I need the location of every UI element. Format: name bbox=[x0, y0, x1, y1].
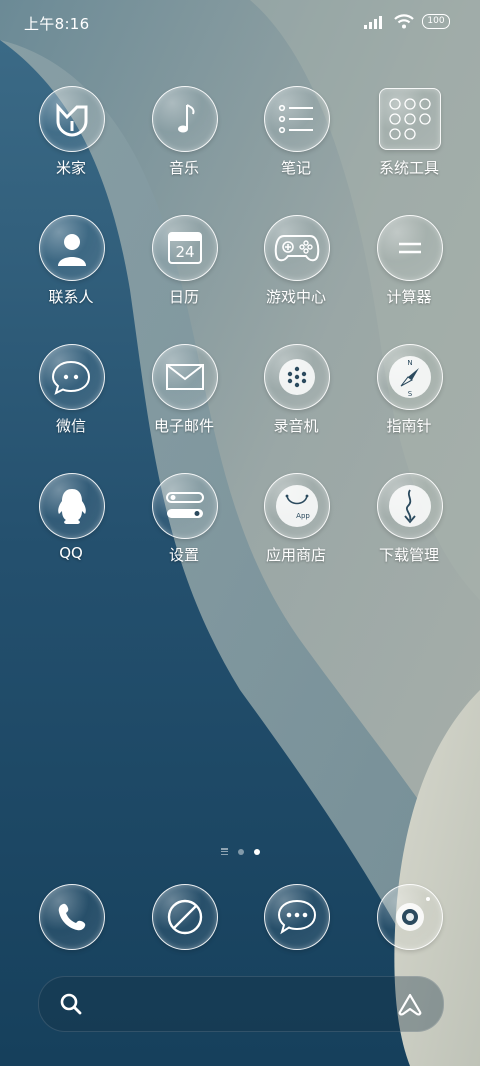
app-calendar[interactable]: 24 日历 bbox=[128, 215, 240, 333]
page-indicator bbox=[0, 848, 480, 855]
calendar-date: 24 bbox=[175, 243, 195, 261]
app-label: QQ bbox=[59, 544, 83, 562]
app-label: 计算器 bbox=[386, 288, 432, 306]
search-icon bbox=[60, 993, 82, 1015]
gamepad-icon bbox=[264, 215, 330, 281]
mijia-icon bbox=[39, 86, 105, 152]
app-label: 微信 bbox=[55, 417, 86, 435]
app-label: 米家 bbox=[55, 159, 86, 177]
app-settings[interactable]: 设置 bbox=[128, 473, 240, 591]
app-label: 电子邮件 bbox=[153, 417, 214, 435]
status-time: 上午8:16 bbox=[24, 15, 90, 33]
phone-icon bbox=[39, 884, 105, 950]
app-email[interactable]: 电子邮件 bbox=[128, 344, 240, 462]
download-manager-icon bbox=[377, 473, 443, 539]
app-recorder[interactable]: 录音机 bbox=[240, 344, 352, 462]
dock-phone[interactable] bbox=[15, 884, 127, 950]
music-note-icon bbox=[152, 86, 218, 152]
app-calculator[interactable]: 计算器 bbox=[353, 215, 465, 333]
status-bar: 上午8:16 100 bbox=[0, 0, 480, 44]
app-label: 指南针 bbox=[386, 417, 432, 435]
compass-icon: N S bbox=[377, 344, 443, 410]
wifi-icon bbox=[394, 14, 414, 29]
app-qq[interactable]: QQ bbox=[15, 473, 127, 591]
app-wechat[interactable]: 微信 bbox=[15, 344, 127, 462]
compass-s-label: S bbox=[408, 390, 413, 398]
app-store-bag-icon: App bbox=[264, 473, 330, 539]
dock bbox=[0, 884, 480, 950]
qq-penguin-icon bbox=[39, 473, 105, 539]
compass-n-label: N bbox=[407, 359, 412, 367]
battery-indicator: 100 bbox=[422, 14, 450, 29]
app-label: 联系人 bbox=[48, 288, 94, 306]
app-game-center[interactable]: 游戏中心 bbox=[240, 215, 352, 333]
camera-icon bbox=[377, 884, 443, 950]
app-mijia[interactable]: 米家 bbox=[15, 86, 127, 204]
calculator-equals-icon bbox=[377, 215, 443, 281]
app-label: 系统工具 bbox=[378, 159, 439, 177]
page-dot-active bbox=[253, 848, 260, 855]
messages-icon bbox=[264, 884, 330, 950]
app-system-tools-folder[interactable]: 系统工具 bbox=[353, 86, 465, 204]
notes-list-icon bbox=[264, 86, 330, 152]
dock-messages[interactable] bbox=[240, 884, 352, 950]
app-store-text: App bbox=[296, 512, 310, 520]
page-indicator-list-icon bbox=[220, 848, 228, 855]
mail-icon bbox=[152, 344, 218, 410]
app-label: 应用商店 bbox=[265, 546, 326, 564]
app-label: 音乐 bbox=[168, 159, 199, 177]
app-label: 游戏中心 bbox=[265, 288, 326, 306]
recorder-icon bbox=[264, 344, 330, 410]
app-compass[interactable]: N S 指南针 bbox=[353, 344, 465, 462]
signal-icon bbox=[364, 15, 382, 29]
app-label: 录音机 bbox=[273, 417, 319, 435]
assistant-icon[interactable] bbox=[397, 992, 423, 1016]
app-label: 设置 bbox=[168, 546, 199, 564]
dock-camera[interactable] bbox=[353, 884, 465, 950]
wechat-icon bbox=[39, 344, 105, 410]
search-bar[interactable] bbox=[38, 976, 444, 1032]
app-download-manager[interactable]: 下载管理 bbox=[353, 473, 465, 591]
browser-icon bbox=[152, 884, 218, 950]
system-tools-folder-icon bbox=[379, 88, 441, 150]
app-store[interactable]: App 应用商店 bbox=[240, 473, 352, 591]
app-label: 日历 bbox=[168, 288, 199, 306]
settings-toggle-icon bbox=[152, 473, 218, 539]
app-contacts[interactable]: 联系人 bbox=[15, 215, 127, 333]
app-label: 笔记 bbox=[280, 159, 311, 177]
contact-person-icon bbox=[39, 215, 105, 281]
status-icons: 100 bbox=[364, 14, 450, 29]
app-music[interactable]: 音乐 bbox=[128, 86, 240, 204]
calendar-icon: 24 bbox=[152, 215, 218, 281]
app-label: 下载管理 bbox=[378, 546, 439, 564]
page-dot bbox=[237, 848, 244, 855]
app-notes[interactable]: 笔记 bbox=[240, 86, 352, 204]
dock-browser[interactable] bbox=[128, 884, 240, 950]
